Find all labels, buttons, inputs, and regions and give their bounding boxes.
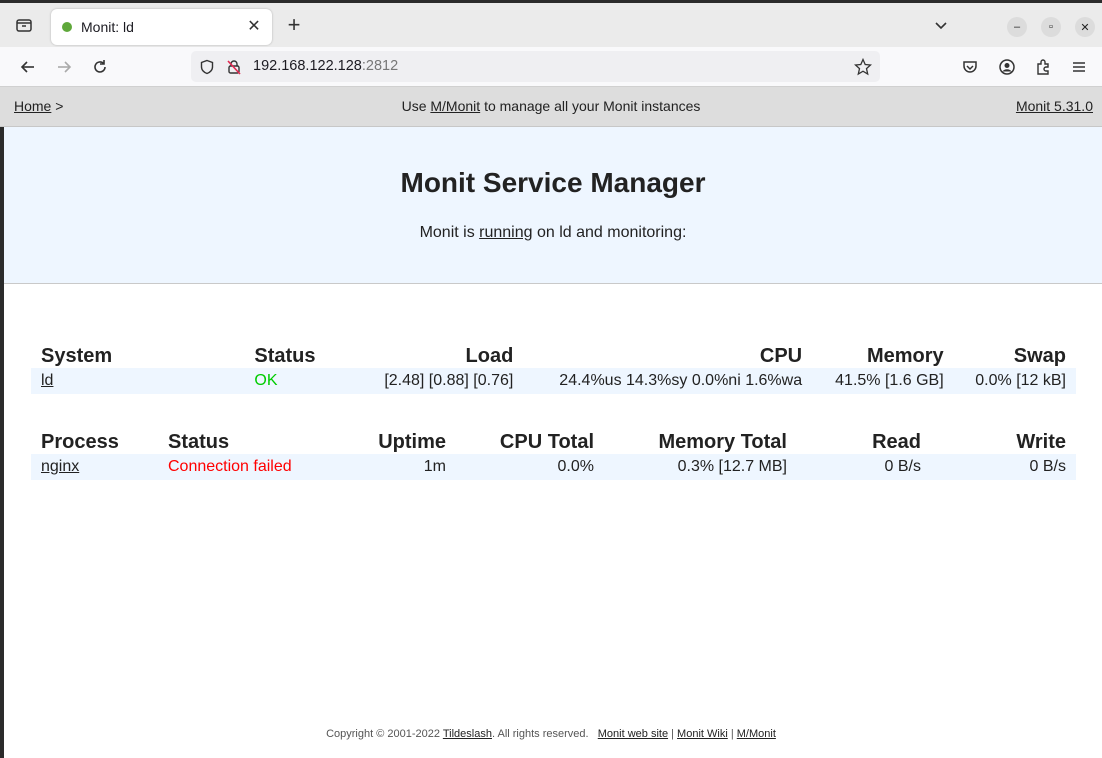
chevron-down-icon[interactable] [931,16,951,36]
browser-tab[interactable]: Monit: ld ✕ [51,9,272,45]
status-badge: Connection failed [158,454,342,480]
memory-value: 41.5% [1.6 GB] [812,368,954,394]
restore-icon[interactable]: ▫ [1041,17,1061,37]
mmonit-promo: Use M/Monit to manage all your Monit ins… [0,98,1102,114]
close-icon[interactable]: ✕ [245,17,263,35]
footer-separator: | [730,728,734,740]
mmonit-link[interactable]: M/Monit [430,98,480,114]
status-suffix: on ld and monitoring: [536,224,687,241]
col-read: Read [872,431,921,453]
url-bar[interactable]: 192.168.122.128:2812 [191,51,880,82]
menu-icon[interactable] [1068,56,1090,78]
col-write: Write [1016,431,1066,453]
system-link[interactable]: ld [41,372,53,389]
status-badge: OK [244,368,349,394]
col-memory-total: Memory Total [658,431,787,453]
pocket-icon[interactable] [959,56,981,78]
promo-prefix: Use [401,98,427,114]
url-text[interactable]: 192.168.122.128:2812 [253,58,398,74]
rights-text: . All rights reserved. [491,728,589,740]
col-memory: Memory [866,345,944,367]
browser-navbar: 192.168.122.128:2812 [0,47,1102,87]
process-link[interactable]: nginx [41,458,79,475]
footer-separator: | [671,728,674,740]
process-table: Process Status Uptime CPU Total Memory T… [31,420,1076,480]
back-icon[interactable] [17,56,39,78]
hero-section: Monit Service Manager Monit is running o… [4,127,1102,284]
read-value: 0 B/s [797,454,931,480]
monit-website-link[interactable]: Monit web site [598,728,668,740]
version-link[interactable]: Monit 5.31.0 [1016,98,1093,114]
col-cpu-total: CPU Total [499,431,594,453]
load-value: [2.48] [0.88] [0.76] [348,368,524,394]
plus-icon[interactable]: + [283,14,305,37]
close-window-icon[interactable]: ✕ [1075,17,1095,37]
reload-icon[interactable] [89,56,111,78]
mmonit-footer-link[interactable]: M/Monit [737,728,776,740]
favicon-icon [62,22,72,32]
table-header-row: System Status Load CPU Memory Swap [31,334,1076,368]
table-row: nginx Connection failed 1m 0.0% 0.3% [12… [31,454,1076,480]
col-system: System [41,345,113,367]
table-row: ld OK [2.48] [0.88] [0.76] 24.4%us 14.3%… [31,368,1076,394]
write-value: 0 B/s [931,454,1076,480]
col-status: Status [168,431,230,453]
extensions-icon[interactable] [1032,56,1054,78]
forward-icon[interactable] [53,56,75,78]
insecure-lock-icon[interactable] [224,57,244,77]
tab-list-icon[interactable] [12,13,36,37]
running-link[interactable]: running [479,224,532,241]
table-header-row: Process Status Uptime CPU Total Memory T… [31,420,1076,454]
system-table: System Status Load CPU Memory Swap ld OK… [31,334,1076,394]
col-cpu: CPU [759,345,803,367]
status-prefix: Monit is [419,224,475,241]
tildeslash-link[interactable]: Tildeslash [443,728,492,740]
col-status: Status [254,345,316,367]
copyright-text: Copyright © 2001-2022 [326,728,440,740]
uptime-value: 1m [342,454,456,480]
footer: Copyright © 2001-2022 Tildeslash. All ri… [0,728,1102,740]
col-uptime: Uptime [378,431,446,453]
col-load: Load [465,345,514,367]
col-process: Process [41,431,119,453]
memory-total-value: 0.3% [12.7 MB] [604,454,797,480]
minimize-icon[interactable]: – [1007,17,1027,37]
tab-title: Monit: ld [81,19,134,35]
monit-wiki-link[interactable]: Monit Wiki [677,728,728,740]
page-title: Monit Service Manager [400,167,706,198]
cpu-total-value: 0.0% [456,454,604,480]
promo-suffix: to manage all your Monit instances [484,98,701,114]
monit-header-bar: Home > Use M/Monit to manage all your Mo… [0,87,1102,127]
account-icon[interactable] [996,56,1018,78]
swap-value: 0.0% [12 kB] [953,368,1076,394]
url-host: 192.168.122.128 [253,58,362,74]
shield-icon[interactable] [197,57,217,77]
browser-titlebar: Monit: ld ✕ + – ▫ ✕ [0,0,1102,47]
cpu-value: 24.4%us 14.3%sy 0.0%ni 1.6%wa [523,368,813,394]
monit-status-text: Monit is running on ld and monitoring: [4,224,1102,242]
star-icon[interactable] [853,57,873,77]
url-port: :2812 [361,58,399,74]
col-swap: Swap [1013,345,1066,367]
